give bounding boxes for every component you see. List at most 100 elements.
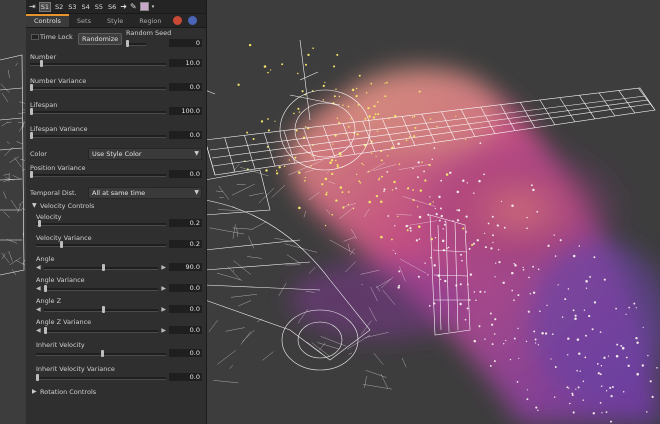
move-arrow-icon[interactable]: ➜ (120, 2, 127, 11)
particle (237, 83, 240, 86)
slider-thumb[interactable] (36, 374, 39, 381)
mesh-edge (317, 342, 339, 350)
slider-thumb[interactable] (44, 327, 47, 334)
lifespan-slider[interactable] (30, 108, 166, 115)
color-swatch[interactable] (139, 2, 149, 11)
lifespan-variance-value[interactable]: 0.0 (169, 131, 202, 139)
color-dropdown[interactable]: Use Style Color ▼ (88, 148, 202, 160)
angle-value[interactable]: 90.0 (169, 263, 202, 271)
color-dropdown-value: Use Style Color (92, 150, 142, 158)
random-seed-thumb[interactable] (126, 40, 129, 47)
velocity-variance-slider[interactable] (36, 241, 166, 248)
rotation-controls-section[interactable]: ▶ Rotation Controls (26, 386, 206, 398)
decrement-arrow-icon[interactable]: ◀ (36, 327, 41, 334)
angle-z-variance-slider[interactable] (44, 327, 158, 334)
particle (267, 71, 269, 74)
angle-z-variance-label: Angle Z Variance (36, 318, 92, 326)
particle (405, 139, 408, 142)
tab-sets[interactable]: Sets (69, 14, 99, 27)
particle (569, 402, 571, 405)
particle (516, 381, 519, 383)
increment-arrow-icon[interactable]: ▶ (161, 306, 166, 313)
velocity-controls-section[interactable]: ▼ Velocity Controls (26, 200, 206, 212)
particle (265, 169, 268, 172)
info-icon[interactable] (187, 16, 197, 25)
angle-slider[interactable] (44, 264, 158, 271)
inherit-velocity-variance-slider[interactable] (36, 374, 166, 381)
lifespan-value[interactable]: 100.0 (169, 107, 202, 115)
angle-z-variance-value[interactable]: 0.0 (169, 326, 202, 334)
random-seed-value[interactable]: 0 (169, 39, 202, 47)
spark-tab-s5[interactable]: S5 (94, 3, 104, 11)
slider-thumb[interactable] (102, 306, 105, 313)
particle (460, 253, 462, 256)
slider-thumb[interactable] (38, 220, 41, 227)
slider-thumb[interactable] (44, 285, 47, 292)
increment-arrow-icon[interactable]: ▶ (161, 285, 166, 292)
slider-thumb[interactable] (30, 132, 33, 139)
collapse-arrow-icon[interactable]: ⇥ (29, 2, 36, 11)
settings-gear-icon[interactable] (172, 16, 182, 25)
inherit-velocity-value[interactable]: 0.0 (169, 349, 202, 357)
particle (491, 215, 494, 218)
slider-thumb[interactable] (40, 60, 43, 67)
decrement-arrow-icon[interactable]: ◀ (36, 264, 41, 271)
particle (439, 278, 442, 280)
particle (304, 180, 306, 182)
tab-style[interactable]: Style (99, 14, 131, 27)
particle (649, 380, 652, 383)
slider-thumb[interactable] (102, 264, 105, 271)
particle (517, 327, 519, 330)
particle (462, 227, 465, 230)
velocity-slider[interactable] (36, 220, 166, 227)
panel-tabs: Controls Sets Style Region (26, 14, 206, 28)
particle (601, 412, 603, 414)
number-slider[interactable] (30, 60, 166, 67)
spark-tab-s4[interactable]: S4 (81, 3, 91, 11)
expand-triangle-icon[interactable]: ▼ (32, 202, 37, 209)
tab-region[interactable]: Region (131, 14, 169, 27)
particle (483, 173, 485, 176)
angle-variance-slider[interactable] (44, 285, 158, 292)
inherit-velocity-variance-value[interactable]: 0.0 (169, 373, 202, 381)
spark-tab-s1[interactable]: S1 (38, 1, 51, 12)
particle (479, 142, 482, 145)
angle-z-value[interactable]: 0.0 (169, 305, 202, 313)
slider-thumb[interactable] (60, 241, 63, 248)
collapsed-triangle-icon[interactable]: ▶ (32, 388, 37, 395)
number-variance-value[interactable]: 0.0 (169, 83, 202, 91)
slider-thumb[interactable] (101, 350, 104, 357)
slider-thumb[interactable] (30, 84, 33, 91)
randomize-button[interactable]: Randomize (78, 33, 123, 45)
particle (351, 88, 355, 92)
spark-tab-s3[interactable]: S3 (67, 3, 77, 11)
position-variance-value[interactable]: 0.0 (169, 170, 202, 178)
spark-tab-s2[interactable]: S2 (54, 3, 64, 11)
particle (468, 299, 471, 301)
decrement-arrow-icon[interactable]: ◀ (36, 306, 41, 313)
velocity-variance-value[interactable]: 0.2 (169, 240, 202, 248)
dropdown-caret-icon[interactable]: ▾ (152, 3, 155, 11)
position-variance-slider[interactable] (30, 171, 166, 178)
slider-thumb[interactable] (30, 171, 33, 178)
temporal-dist-dropdown[interactable]: All at same time ▼ (88, 187, 202, 199)
velocity-value[interactable]: 0.2 (169, 219, 202, 227)
particle (603, 278, 606, 281)
time-lock-checkbox[interactable] (31, 34, 39, 40)
particle (304, 63, 308, 66)
angle-z-slider[interactable] (44, 306, 158, 313)
decrement-arrow-icon[interactable]: ◀ (36, 285, 41, 292)
brush-icon[interactable]: ✎ (130, 2, 137, 11)
increment-arrow-icon[interactable]: ▶ (161, 327, 166, 334)
number-value[interactable]: 10.0 (169, 59, 202, 67)
spark-tab-s6[interactable]: S6 (107, 3, 117, 11)
angle-variance-value[interactable]: 0.0 (169, 284, 202, 292)
lifespan-variance-slider[interactable] (30, 132, 166, 139)
number-variance-slider[interactable] (30, 84, 166, 91)
random-seed-slider[interactable] (126, 40, 146, 47)
tab-controls[interactable]: Controls (26, 14, 69, 27)
inherit-velocity-slider[interactable] (36, 350, 166, 357)
increment-arrow-icon[interactable]: ▶ (161, 264, 166, 271)
slider-thumb[interactable] (30, 108, 33, 115)
particle (497, 249, 500, 251)
